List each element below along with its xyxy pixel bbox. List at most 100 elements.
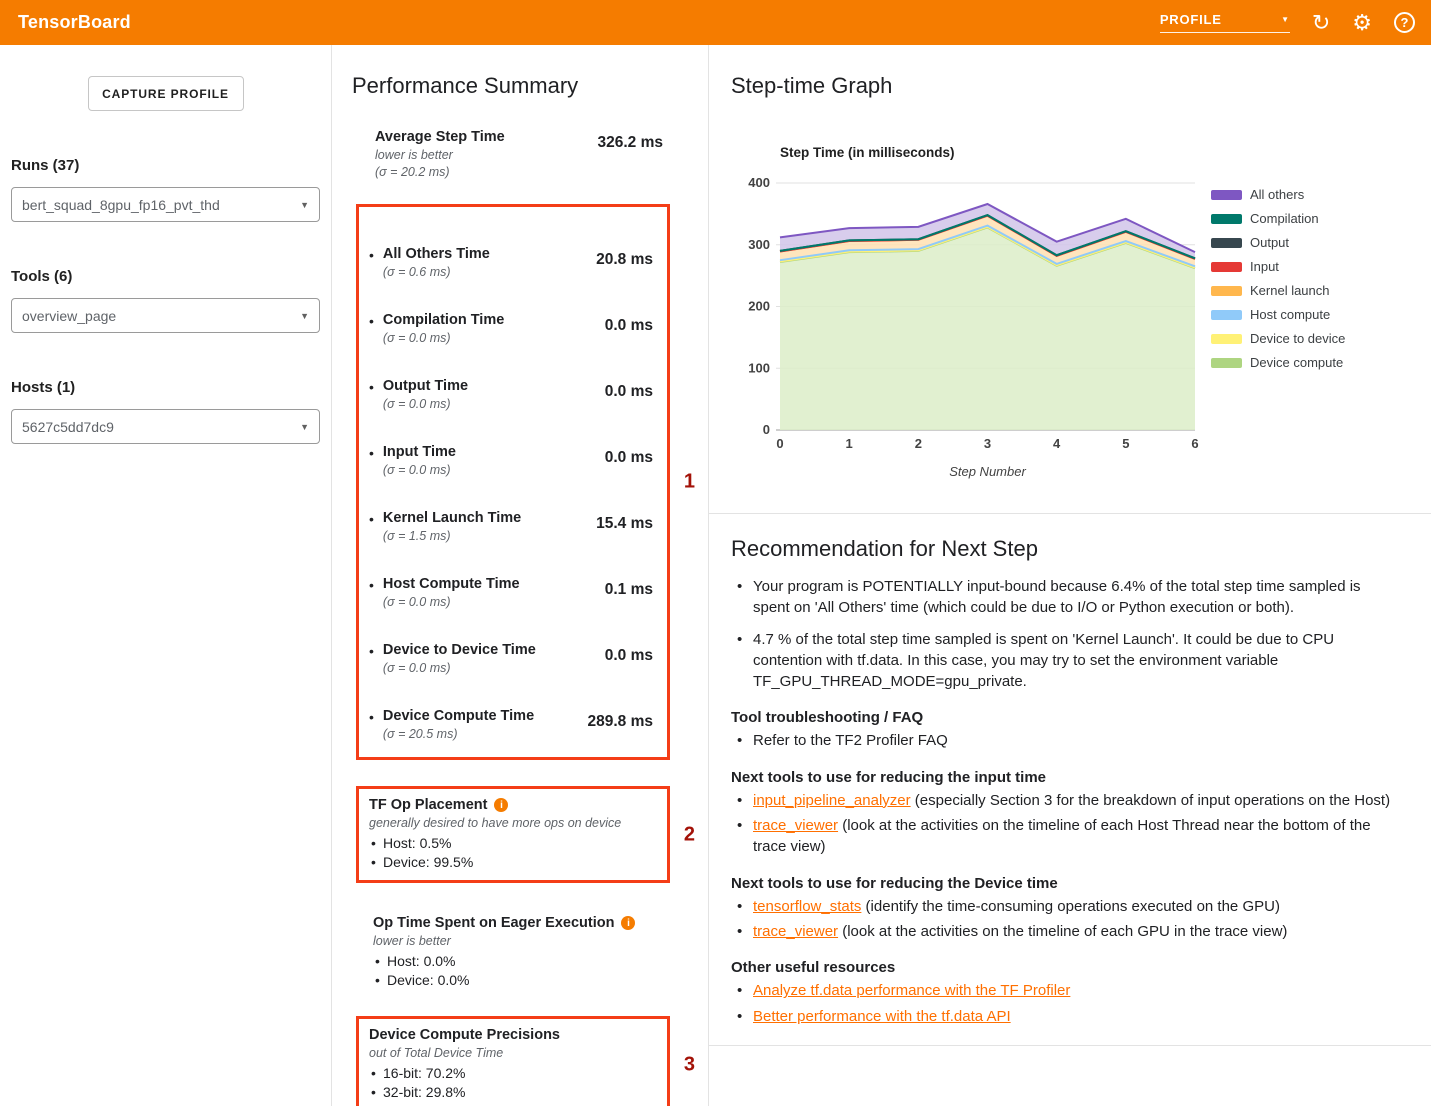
metric-value: 15.4 ms [596, 515, 653, 533]
legend-label: Compilation [1250, 211, 1319, 226]
dashboard-selector[interactable]: PROFILE ▼ [1160, 12, 1290, 33]
resources-heading: Other useful resources [731, 959, 1401, 976]
bullet: • [369, 510, 374, 543]
legend-item: Host compute [1211, 307, 1345, 322]
y-tick-label: 300 [748, 237, 770, 252]
legend-label: Device to device [1250, 331, 1345, 346]
metric-row: • All Others Time (σ = 0.6 ms) 20.8 ms [369, 246, 653, 279]
eager-execution-section: Op Time Spent on Eager Execution i lower… [373, 915, 673, 990]
reload-icon[interactable]: ↻ [1312, 12, 1330, 34]
eager-execution-list: Host: 0.0% Device: 0.0% [373, 952, 673, 990]
legend-item: All others [1211, 187, 1345, 202]
bullet: • [369, 246, 374, 279]
bullet: • [369, 444, 374, 477]
metric-sigma: (σ = 0.6 ms) [383, 265, 490, 279]
legend-swatch [1211, 358, 1242, 368]
item-text: Refer to the TF2 Profiler FAQ [753, 732, 948, 749]
tools-select[interactable]: overview_page ▼ [11, 298, 320, 333]
step-time-graph-title: Step-time Graph [731, 73, 1401, 99]
recommendation-bullet: 4.7 % of the total step time sampled is … [733, 629, 1401, 693]
metric-label: Host Compute Time [383, 576, 520, 592]
device-precisions-annotation-box: 3 Device Compute Precisions out of Total… [356, 1016, 670, 1106]
metric-row: • Device Compute Time (σ = 20.5 ms) 289.… [369, 708, 653, 741]
metric-label: Device Compute Time [383, 708, 534, 724]
legend-item: Output [1211, 235, 1345, 250]
metric-sigma: (σ = 0.0 ms) [383, 397, 468, 411]
runs-select-value: bert_squad_8gpu_fp16_pvt_thd [22, 197, 220, 213]
list-item: Refer to the TF2 Profiler FAQ [733, 730, 1401, 751]
legend-label: Input [1250, 259, 1279, 274]
y-tick-label: 100 [748, 360, 770, 375]
settings-gear-icon[interactable]: ⚙ [1352, 12, 1372, 34]
performance-summary-panel: Performance Summary Average Step Time lo… [332, 45, 709, 1106]
performance-summary-title: Performance Summary [352, 73, 708, 99]
metric-value: 0.1 ms [605, 581, 653, 599]
device-tools-list: tensorflow_stats (identify the time-cons… [733, 896, 1401, 943]
x-axis-label: Step Number [949, 464, 1026, 479]
metric-value: 289.8 ms [588, 713, 654, 731]
faq-list: Refer to the TF2 Profiler FAQ [733, 730, 1401, 751]
metric-value: 0.0 ms [605, 317, 653, 335]
metric-label: All Others Time [383, 246, 490, 262]
chevron-down-icon: ▼ [1281, 15, 1290, 24]
x-tick-label: 2 [915, 436, 922, 451]
resource-link[interactable]: Analyze tf.data performance with the TF … [753, 982, 1070, 999]
tool-link[interactable]: tensorflow_stats [753, 898, 861, 915]
list-item: tensorflow_stats (identify the time-cons… [733, 896, 1401, 917]
x-tick-label: 3 [984, 436, 991, 451]
metric-value: 0.0 ms [605, 647, 653, 665]
device-precisions-note: out of Total Device Time [369, 1046, 653, 1060]
legend-swatch [1211, 238, 1242, 248]
device-tools-heading: Next tools to use for reducing the Devic… [731, 875, 1401, 892]
legend-item: Input [1211, 259, 1345, 274]
area-device-compute [780, 227, 1195, 430]
bullet: • [369, 378, 374, 411]
legend-item: Device to device [1211, 331, 1345, 346]
tool-link[interactable]: trace_viewer [753, 923, 838, 940]
tool-link[interactable]: trace_viewer [753, 817, 838, 834]
hosts-label: Hosts (1) [11, 379, 331, 396]
metric-row: • Input Time (σ = 0.0 ms) 0.0 ms [369, 444, 653, 477]
metric-label: Compilation Time [383, 312, 504, 328]
metric-label: Device to Device Time [383, 642, 536, 658]
metric-sigma: (σ = 0.0 ms) [383, 463, 456, 477]
list-item: Better performance with the tf.data API [733, 1006, 1401, 1027]
metric-sigma: (σ = 0.0 ms) [383, 331, 504, 345]
sidebar: CAPTURE PROFILE Runs (37) bert_squad_8gp… [0, 45, 332, 1106]
info-icon[interactable]: i [494, 798, 508, 812]
legend-swatch [1211, 286, 1242, 296]
metric-label: Average Step Time [375, 129, 505, 145]
hosts-select[interactable]: 5627c5dd7dc9 ▼ [11, 409, 320, 444]
tf-op-placement-annotation-box: 2 TF Op Placement i generally desired to… [356, 786, 670, 883]
chart-block: 01002003004000123456Step Time (in millis… [731, 133, 1401, 483]
input-tools-list: input_pipeline_analyzer (especially Sect… [733, 790, 1401, 858]
y-tick-label: 400 [748, 175, 770, 190]
chevron-down-icon: ▼ [300, 422, 309, 432]
list-item: Device: 0.0% [373, 971, 673, 990]
metric-label: Input Time [383, 444, 456, 460]
x-tick-label: 4 [1053, 436, 1061, 451]
legend-swatch [1211, 262, 1242, 272]
step-time-panel: Step-time Graph 01002003004000123456Step… [709, 45, 1431, 1106]
step-breakdown-annotation-box: 1 • All Others Time (σ = 0.6 ms) 20.8 ms… [356, 204, 670, 760]
resource-link[interactable]: Better performance with the tf.data API [753, 1008, 1011, 1025]
capture-profile-button[interactable]: CAPTURE PROFILE [88, 76, 244, 111]
tf-op-placement-note: generally desired to have more ops on de… [369, 816, 653, 830]
device-precisions-title: Device Compute Precisions [369, 1027, 653, 1043]
y-tick-label: 200 [748, 299, 770, 314]
metric-sigma: (σ = 20.2 ms) [375, 165, 505, 179]
tool-link[interactable]: input_pipeline_analyzer [753, 792, 911, 809]
runs-select[interactable]: bert_squad_8gpu_fp16_pvt_thd ▼ [11, 187, 320, 222]
annotation-number-3: 3 [684, 1053, 695, 1076]
help-icon[interactable]: ? [1394, 12, 1415, 33]
item-text: (look at the activities on the timeline … [838, 923, 1287, 940]
legend-label: Host compute [1250, 307, 1330, 322]
chevron-down-icon: ▼ [300, 311, 309, 321]
annotation-number-2: 2 [684, 823, 695, 846]
info-icon[interactable]: i [621, 916, 635, 930]
eager-execution-note: lower is better [373, 934, 673, 948]
step-time-chart: 01002003004000123456Step Time (in millis… [731, 133, 1201, 483]
list-item: 32-bit: 29.8% [369, 1083, 653, 1102]
app-title: TensorBoard [18, 12, 131, 33]
annotation-number-1: 1 [684, 471, 695, 494]
